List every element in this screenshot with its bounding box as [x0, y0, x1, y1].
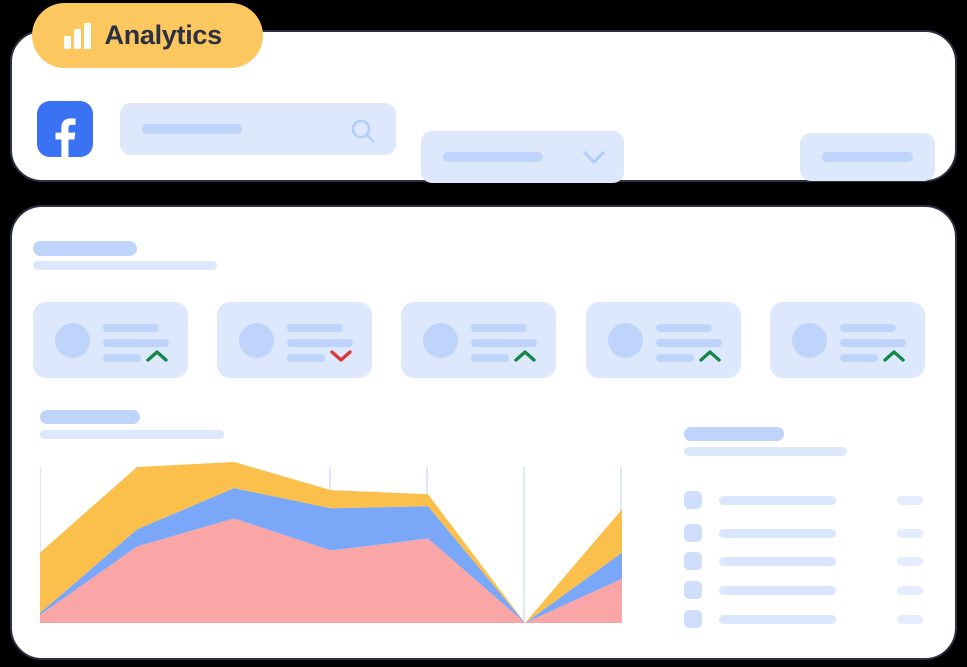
stat-card-1[interactable] [33, 302, 188, 378]
stat-value [287, 339, 353, 347]
stat-title [287, 324, 343, 332]
screen: Analytics [0, 0, 967, 667]
page-subtitle [33, 261, 217, 270]
list-item-value [897, 557, 923, 566]
stat-card-4[interactable] [586, 302, 741, 378]
stat-value [656, 339, 722, 347]
list-panel-subtitle [684, 447, 847, 456]
list-item-icon [684, 610, 702, 628]
list-item-icon [684, 491, 702, 509]
stat-value [103, 339, 169, 347]
stacked-area-chart [40, 462, 622, 623]
avatar [423, 323, 458, 358]
trend-up-icon [882, 348, 906, 369]
chart-subtitle [40, 430, 224, 439]
stat-caption [103, 354, 141, 362]
avatar [239, 323, 274, 358]
bar-chart-icon [64, 22, 91, 49]
analytics-badge-label: Analytics [104, 20, 223, 50]
stat-caption [287, 354, 325, 362]
search-input[interactable] [120, 103, 396, 155]
stat-caption [840, 354, 878, 362]
primary-action-button[interactable] [800, 133, 935, 181]
stat-value [471, 339, 537, 347]
stat-title [103, 324, 159, 332]
avatar [792, 323, 827, 358]
facebook-logo-icon[interactable] [37, 101, 93, 157]
list-item-value [897, 496, 923, 505]
search-placeholder [142, 124, 242, 134]
dropdown-value [443, 152, 543, 162]
trend-up-icon [145, 348, 169, 369]
list-item-value [897, 529, 923, 538]
stat-card-2[interactable] [217, 302, 372, 378]
list-panel-title [684, 427, 784, 441]
chart-title [40, 410, 140, 424]
stat-caption [656, 354, 694, 362]
stat-title [471, 324, 527, 332]
stat-title [656, 324, 712, 332]
trend-down-icon [329, 348, 353, 369]
page-title [33, 241, 137, 256]
avatar [55, 323, 90, 358]
list-item-icon [684, 552, 702, 570]
list-item-label [719, 496, 836, 505]
stat-card-5[interactable] [770, 302, 925, 378]
filter-dropdown[interactable] [421, 131, 624, 183]
list-item-label [719, 557, 836, 566]
list-item-label [719, 586, 836, 595]
list-item-value [897, 586, 923, 595]
stat-title [840, 324, 896, 332]
list-item-icon [684, 581, 702, 599]
trend-up-icon [513, 348, 537, 369]
action-button-label [822, 152, 913, 162]
search-icon[interactable] [350, 118, 376, 149]
list-item-icon [684, 524, 702, 542]
analytics-badge[interactable]: Analytics [32, 3, 263, 68]
list-item-label [719, 529, 836, 538]
list-item-value [897, 615, 923, 624]
stat-caption [471, 354, 509, 362]
trend-up-icon [698, 348, 722, 369]
avatar [608, 323, 643, 358]
list-item-label [719, 615, 836, 624]
stat-card-3[interactable] [401, 302, 556, 378]
stat-value [840, 339, 906, 347]
chevron-down-icon[interactable] [582, 149, 606, 172]
